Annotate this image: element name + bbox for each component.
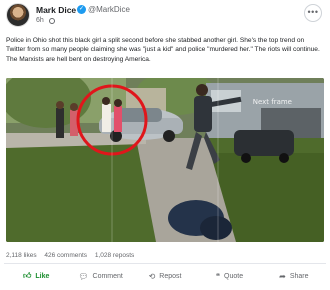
repost-icon: ⟲ bbox=[148, 271, 156, 281]
quote-label: Quote bbox=[224, 272, 244, 280]
comment-button[interactable]: 💬︎ Comment bbox=[68, 266, 132, 286]
share-button[interactable]: ➦ Share bbox=[262, 266, 326, 286]
share-icon: ➦ bbox=[279, 271, 286, 281]
action-bar: 👍︎ Like 💬︎ Comment ⟲ Repost ❝ Quote ➦ Sh… bbox=[4, 266, 326, 286]
comment-icon: 💬︎ bbox=[78, 271, 89, 281]
thumbs-up-icon: 👍︎ bbox=[23, 271, 32, 280]
author-name[interactable]: Mark Dice bbox=[36, 5, 76, 15]
more-icon[interactable]: ••• bbox=[304, 4, 322, 22]
globe-icon bbox=[49, 18, 55, 24]
quote-icon: ❝ bbox=[215, 271, 221, 281]
post-time[interactable]: 6h bbox=[36, 17, 44, 24]
image-watermark: Next frame bbox=[252, 98, 292, 106]
share-label: Share bbox=[289, 272, 309, 280]
reposts-count[interactable]: 1,028 reposts bbox=[95, 252, 134, 259]
likes-count[interactable]: 2,118 likes bbox=[6, 252, 37, 259]
post-image[interactable]: Next frame bbox=[6, 78, 324, 242]
repost-button[interactable]: ⟲ Repost bbox=[133, 266, 197, 286]
like-button[interactable]: 👍︎ Like bbox=[4, 266, 68, 286]
author-handle[interactable]: @MarkDice bbox=[88, 5, 130, 14]
social-post: Mark Dice ✓ @MarkDice 6h ••• Police in O… bbox=[0, 0, 330, 290]
action-divider bbox=[4, 263, 326, 264]
post-header: Mark Dice ✓ @MarkDice 6h ••• bbox=[4, 2, 326, 30]
like-label: Like bbox=[35, 272, 50, 280]
repost-label: Repost bbox=[159, 272, 182, 280]
post-text: Police in Ohio shot this black girl a sp… bbox=[6, 37, 320, 63]
comment-label: Comment bbox=[92, 272, 123, 280]
post-stats: 2,118 likes 426 comments 1,028 reposts bbox=[6, 252, 140, 259]
quote-button[interactable]: ❝ Quote bbox=[197, 266, 261, 286]
author-avatar[interactable] bbox=[6, 3, 30, 27]
verified-badge-icon: ✓ bbox=[77, 5, 86, 14]
comments-count[interactable]: 426 comments bbox=[44, 252, 87, 259]
